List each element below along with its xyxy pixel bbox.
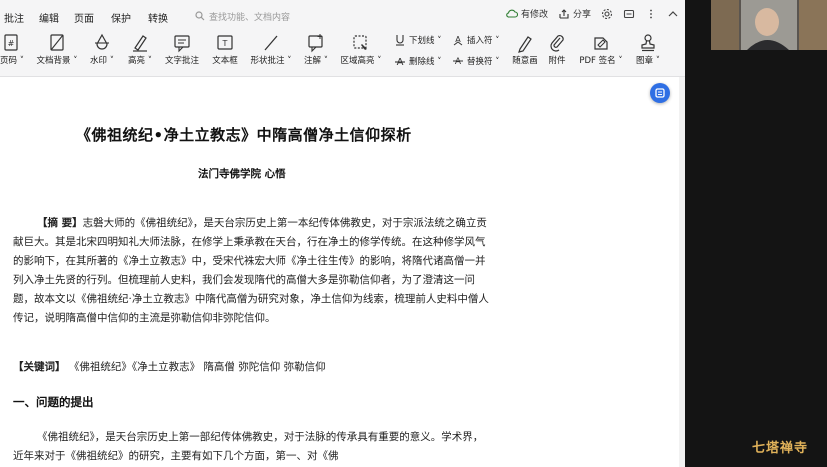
svg-text:A: A [455, 57, 462, 67]
share-label: 分享 [572, 10, 591, 20]
strikethrough-label: 删除线 ˅ [409, 57, 442, 67]
text-comment-button[interactable]: 文字批注 [163, 32, 201, 74]
watermark-button[interactable]: 水印 ˅ [88, 32, 116, 74]
attachment-icon [550, 35, 564, 52]
freehand-draw-button[interactable]: 随意画 [510, 32, 540, 74]
body-text: 《佛祖统纪》，是天台宗历史上第一部纪传体佛教史，对于法脉的传承具有重要的意义。学… [13, 431, 484, 462]
page-number-icon: # [4, 34, 18, 51]
document-title: 《佛祖统纪•净土立教志》中隋高僧净土信仰探析 [76, 126, 412, 144]
keywords-paragraph: 【关键词】 《佛祖统纪》《净土立教志》 隋高僧 弥陀信仰 弥勒信仰 [13, 358, 493, 377]
highlight-button[interactable]: 高亮 ˅ [126, 32, 154, 74]
presenter-image [711, 0, 827, 50]
keywords-label: 【关键词】 [13, 361, 66, 373]
document-background-button[interactable]: 文档背景 ˅ [34, 32, 80, 74]
modified-label: 有修改 [520, 10, 548, 20]
shape-comment-icon [264, 35, 278, 51]
stamp-icon [641, 34, 655, 52]
highlight-label: 高亮 ˅ [128, 56, 152, 66]
textbox-label: 文本框 [212, 56, 238, 66]
annotation-toolbar: # 页码 ˅ 文档背景 ˅ 水印 ˅ 高亮 ˅ 文字批注 T 文本框 形状批注 … [0, 30, 685, 77]
annotation-button[interactable]: 注解 ˅ [303, 32, 329, 74]
modified-status[interactable]: 有修改 [506, 7, 548, 20]
top-right-actions: 有修改 分享 [506, 7, 679, 20]
search-box[interactable]: 查找功能、文档内容 [195, 8, 290, 24]
underline-icon [396, 35, 404, 46]
annotation-icon [308, 34, 323, 53]
area-highlight-label: 区域高亮 ˅ [340, 56, 382, 66]
attachment-button[interactable]: 附件 [545, 32, 569, 74]
section-heading: 一、问题的提出 [13, 395, 94, 409]
message-icon[interactable] [623, 8, 635, 20]
text-comment-label: 文字批注 [164, 56, 199, 66]
insert-char-button[interactable]: A 插入符 ˅ [452, 34, 499, 46]
cloud-sync-icon [506, 9, 518, 18]
menu-page[interactable]: 页面 [74, 10, 94, 25]
stamp-label: 图章 ˅ [636, 56, 660, 66]
watermark-icon [95, 33, 109, 50]
menu-convert[interactable]: 转换 [148, 10, 168, 25]
settings-icon[interactable] [601, 8, 613, 20]
svg-text:#: # [8, 39, 15, 48]
assistant-icon [655, 88, 665, 98]
text-comment-icon [174, 35, 190, 53]
page-number-label: 页码 ˅ [0, 56, 24, 66]
page-number-button[interactable]: # 页码 ˅ [0, 32, 24, 74]
document-author: 法门寺佛学院 心悟 [198, 168, 286, 180]
floating-assistant-button[interactable] [650, 83, 670, 103]
abstract-paragraph: 【摘 要】志磐大师的《佛祖统纪》，是天台宗历史上第一本纪传体佛教史，对于宗派法统… [13, 214, 493, 328]
replace-char-label: 替换符 ˅ [467, 57, 500, 67]
replace-char-button[interactable]: A 替换符 ˅ [452, 55, 499, 67]
menu-comment[interactable]: 批注 [4, 10, 24, 25]
channel-watermark: 七塔禅寺 [752, 441, 809, 456]
underline-button[interactable]: 下划线 ˅ [394, 34, 441, 46]
menu-edit[interactable]: 编辑 [39, 10, 59, 25]
document-background-icon [50, 34, 64, 51]
watermark-label: 水印 ˅ [90, 56, 114, 66]
webcam-preview [711, 0, 827, 50]
shape-comment-label: 形状批注 ˅ [250, 56, 292, 66]
menu-protect[interactable]: 保护 [111, 10, 131, 25]
annotation-label: 注解 ˅ [304, 56, 328, 66]
share-icon [559, 8, 569, 19]
more-options-icon[interactable] [645, 8, 657, 20]
search-icon [195, 11, 205, 21]
freehand-draw-label: 随意画 [512, 56, 538, 66]
area-highlight-icon [353, 35, 367, 50]
stamp-button[interactable]: 图章 ˅ [634, 32, 662, 74]
strikethrough-icon: A [395, 57, 405, 67]
pdf-signature-button[interactable]: PDF 签名 ˅ [578, 32, 624, 74]
pdf-signature-label: PDF 签名 ˅ [579, 56, 623, 66]
menu-bar: 批注 编辑 页面 保护 转换 查找功能、文档内容 有修改 分享 [0, 0, 685, 30]
video-side-panel [685, 0, 827, 467]
textbox-icon: T [217, 35, 233, 50]
highlight-icon [133, 35, 147, 52]
replace-char-icon: A [453, 57, 463, 67]
strikethrough-button[interactable]: A 删除线 ˅ [394, 55, 441, 67]
body-paragraph: 《佛祖统纪》，是天台宗历史上第一部纪传体佛教史，对于法脉的传承具有重要的意义。学… [13, 428, 493, 466]
svg-text:T: T [222, 39, 228, 48]
shape-comment-button[interactable]: 形状批注 ˅ [248, 32, 294, 74]
insert-char-label: 插入符 ˅ [467, 36, 500, 46]
textbox-button[interactable]: T 文本框 [210, 32, 240, 74]
share-button[interactable]: 分享 [558, 7, 591, 20]
document-background-label: 文档背景 ˅ [36, 56, 78, 66]
abstract-text: 志磐大师的《佛祖统纪》，是天台宗历史上第一本纪传体佛教史，对于宗派法统之确立贡献… [13, 217, 489, 324]
keywords-text: 《佛祖统纪》《净土立教志》 隋高僧 弥陀信仰 弥勒信仰 [68, 361, 326, 373]
underline-label: 下划线 ˅ [409, 36, 442, 46]
pdf-editor-window: 批注 编辑 页面 保护 转换 查找功能、文档内容 有修改 分享 # 页码 ˅ 文… [0, 0, 685, 467]
area-highlight-button[interactable]: 区域高亮 ˅ [338, 32, 384, 74]
pdf-signature-icon [594, 37, 608, 50]
freehand-draw-icon [518, 36, 532, 53]
attachment-label: 附件 [548, 56, 566, 66]
collapse-ribbon-icon[interactable] [667, 8, 679, 20]
insert-char-icon: A [453, 35, 463, 46]
search-placeholder: 查找功能、文档内容 [209, 12, 291, 23]
abstract-label: 【摘 要】 [37, 217, 83, 229]
